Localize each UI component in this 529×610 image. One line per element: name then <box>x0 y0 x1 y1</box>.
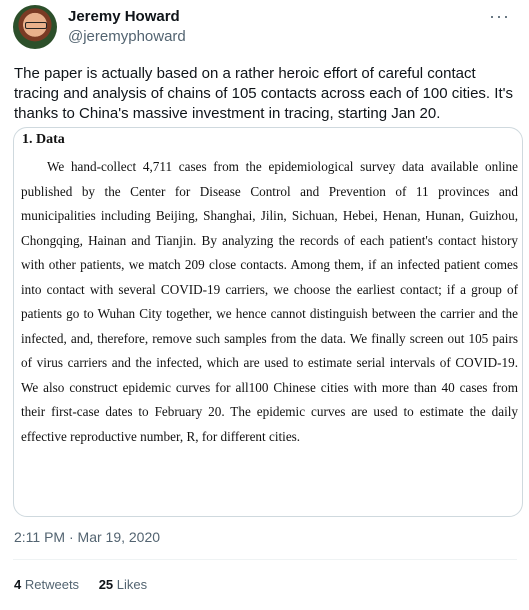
likes-link[interactable]: 25 Likes <box>99 577 147 592</box>
author-name[interactable]: Jeremy Howard <box>68 8 180 25</box>
tweet-stats: 4 Retweets 25 Likes <box>14 577 163 592</box>
retweets-link[interactable]: 4 Retweets <box>14 577 79 592</box>
tweet-timestamp[interactable]: 2:11 PM · Mar 19, 2020 <box>14 529 160 545</box>
likes-label: Likes <box>116 577 148 592</box>
avatar[interactable] <box>13 5 57 49</box>
retweets-count: 4 <box>14 577 22 592</box>
tweet: Jeremy Howard @jeremyphoward ··· The pap… <box>0 0 529 610</box>
likes-count: 25 <box>98 577 114 592</box>
retweets-label: Retweets <box>24 577 80 592</box>
divider <box>13 559 517 560</box>
author-handle[interactable]: @jeremyphoward <box>68 28 186 45</box>
avatar-glasses <box>25 22 47 29</box>
attached-image[interactable]: 1. Data We hand-collect 4,711 cases from… <box>13 127 523 517</box>
document-body: We hand-collect 4,711 cases from the epi… <box>21 159 518 444</box>
tweet-text: The paper is actually based on a rather … <box>14 65 513 122</box>
document-heading: 1. Data <box>22 132 65 147</box>
more-options-icon[interactable]: ··· <box>489 6 510 27</box>
